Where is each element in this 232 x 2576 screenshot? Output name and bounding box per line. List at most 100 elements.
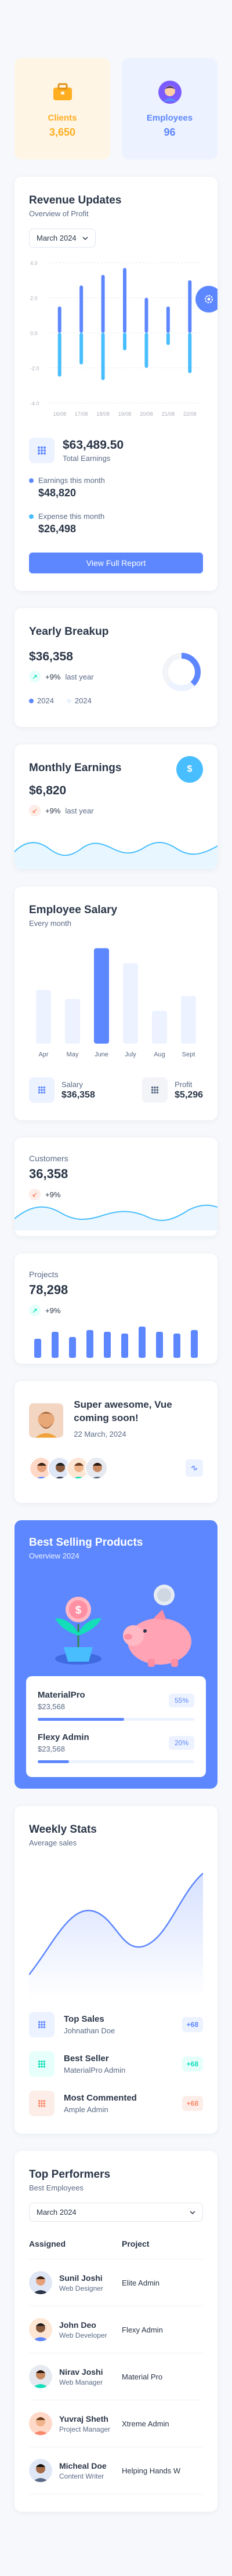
grid-icon xyxy=(151,1086,159,1094)
weekly-item[interactable]: Most Commented Ample Admin +68 xyxy=(29,2091,203,2116)
projects-change: +9% xyxy=(45,1306,61,1315)
table-row[interactable]: Sunil Joshi Web Designer Elite Admin xyxy=(29,2259,203,2306)
month-label: May xyxy=(67,1051,79,1058)
best-selling-card: Best Selling Products Overview 2024 $ Ma… xyxy=(14,1520,217,1789)
expense-bar xyxy=(188,333,192,373)
performers-period-value: March 2024 xyxy=(37,2208,77,2217)
product-progress-track xyxy=(38,1760,194,1763)
performer-role: Web Manager xyxy=(59,2378,103,2386)
table-row[interactable]: John Deo Web Developer Flexy Admin xyxy=(29,2306,203,2353)
weekly-item-sub: Ample Admin xyxy=(64,2105,108,2114)
product-progress-track xyxy=(38,1718,194,1721)
expense-label: Expense this month xyxy=(38,512,105,521)
performer-name: Sunil Joshi xyxy=(59,2273,103,2283)
grid-icon-box xyxy=(29,2051,55,2077)
salary-bar xyxy=(181,995,196,1044)
table-row[interactable]: Micheal Doe Content Writer Helping Hands … xyxy=(29,2447,203,2494)
avatar xyxy=(85,1456,108,1480)
svg-text:$: $ xyxy=(75,1604,81,1616)
revenue-period-value: March 2024 xyxy=(37,234,77,242)
product-row[interactable]: MaterialPro $23,568 55% xyxy=(38,1690,194,1721)
legend-item: 2024 xyxy=(29,696,54,705)
project-bar xyxy=(139,1327,146,1358)
total-earnings-value: $63,489.50 xyxy=(63,438,124,452)
table-row[interactable]: Yuvraj Sheth Project Manager Xtreme Admin xyxy=(29,2400,203,2447)
table-row[interactable]: Nirav Joshi Web Manager Material Pro xyxy=(29,2353,203,2400)
project-bar xyxy=(52,1332,59,1358)
expense-value: $26,498 xyxy=(38,523,77,535)
avatar-group xyxy=(29,1456,203,1480)
clients-label: Clients xyxy=(48,112,77,123)
salary-chart: Apr May June July Aug Sept xyxy=(36,948,196,1058)
salary-bar xyxy=(152,1011,167,1044)
product-row[interactable]: Flexy Admin $23,568 20% xyxy=(38,1732,194,1763)
weekly-subtitle: Average sales xyxy=(29,1839,77,1847)
x-tick-label: 22/08 xyxy=(183,411,197,417)
column-header-assigned: Assigned xyxy=(29,2239,122,2259)
performer-project: Helping Hands W xyxy=(122,2447,203,2494)
project-bar xyxy=(173,1334,180,1358)
performers-period-select[interactable]: March 2024 xyxy=(29,2203,203,2222)
revenue-period-select[interactable]: March 2024 xyxy=(29,228,96,248)
avatar xyxy=(29,2412,52,2435)
dollar-icon: $ xyxy=(187,764,193,774)
performer-role: Project Manager xyxy=(59,2425,111,2433)
employee-salary-card: Employee Salary Every month Apr May June Ju… xyxy=(14,886,217,1120)
expense-bar xyxy=(166,333,170,346)
performer-role: Content Writer xyxy=(59,2472,104,2480)
avatar xyxy=(29,2318,52,2341)
stat-row: Clients 3,650 Employees 96 xyxy=(14,58,217,159)
legend-label: 2024 xyxy=(37,696,54,705)
earnings-bar xyxy=(101,275,105,333)
salary-bar xyxy=(65,998,80,1044)
revenue-title: Revenue Updates xyxy=(29,194,122,206)
performer-role: Web Designer xyxy=(59,2284,103,2292)
customers-value: 36,358 xyxy=(29,1167,68,1181)
month-label: July xyxy=(125,1051,136,1058)
link-icon xyxy=(191,1466,197,1470)
performers-table: Assigned Project Sunil Joshi Web Designer… xyxy=(29,2239,203,2494)
weekly-item[interactable]: Best Seller MaterialPro Admin +68 xyxy=(29,2051,203,2077)
weekly-item[interactable]: Top Sales Johnathan Doe +68 xyxy=(29,2012,203,2037)
project-bar xyxy=(86,1330,93,1358)
expense-legend: Expense this month $26,498 xyxy=(29,512,203,535)
monthly-change-label: last year xyxy=(65,806,94,815)
project-bar xyxy=(34,1339,41,1358)
weekly-item-sub: Johnathan Doe xyxy=(64,2026,115,2035)
view-full-report-button[interactable]: View Full Report xyxy=(29,553,203,573)
arrow-up-icon: ↗ xyxy=(29,1305,41,1316)
revenue-subtitle: Overview of Profit xyxy=(29,209,89,218)
best-selling-title: Best Selling Products xyxy=(29,1536,143,1549)
monthly-value: $6,820 xyxy=(29,784,67,797)
expense-bar xyxy=(101,333,105,380)
employees-value: 96 xyxy=(164,126,176,138)
settings-fab[interactable] xyxy=(195,286,217,313)
weekly-item-badge: +68 xyxy=(182,2017,203,2032)
grid-icon-box xyxy=(29,2012,55,2037)
x-tick-label: 18/08 xyxy=(96,411,110,417)
performer-name: Micheal Doe xyxy=(59,2461,107,2470)
link-button[interactable] xyxy=(186,1459,203,1477)
earnings-value: $48,820 xyxy=(38,487,77,499)
project-bar xyxy=(191,1330,198,1358)
dollar-button[interactable]: $ xyxy=(176,756,203,783)
performers-title: Top Performers xyxy=(29,2168,111,2181)
product-progress-fill xyxy=(38,1760,69,1763)
best-selling-subtitle: Overview 2024 xyxy=(29,1552,79,1560)
salary-subtitle: Every month xyxy=(29,919,71,928)
month-label: Sept xyxy=(182,1051,195,1058)
grid-icon xyxy=(38,1086,46,1094)
employees-card[interactable]: Employees 96 xyxy=(122,58,217,159)
earnings-bar xyxy=(79,285,84,333)
salary-bar xyxy=(36,990,51,1044)
y-tick-label: -2.0 xyxy=(30,366,39,372)
salary-block: Salary $36,358 xyxy=(29,1077,95,1103)
monthly-earnings-card: Monthly Earnings $6,820 ↙ +9% last year … xyxy=(14,744,217,869)
clients-card[interactable]: Clients 3,650 xyxy=(14,58,110,159)
month-label: Aug xyxy=(154,1051,165,1058)
y-tick-label: 2.0 xyxy=(30,296,38,301)
yearly-change-label: last year xyxy=(65,672,94,681)
customers-sparkline xyxy=(14,1204,217,1230)
product-name: Flexy Admin xyxy=(38,1732,89,1742)
projects-bar-chart xyxy=(34,1327,198,1358)
